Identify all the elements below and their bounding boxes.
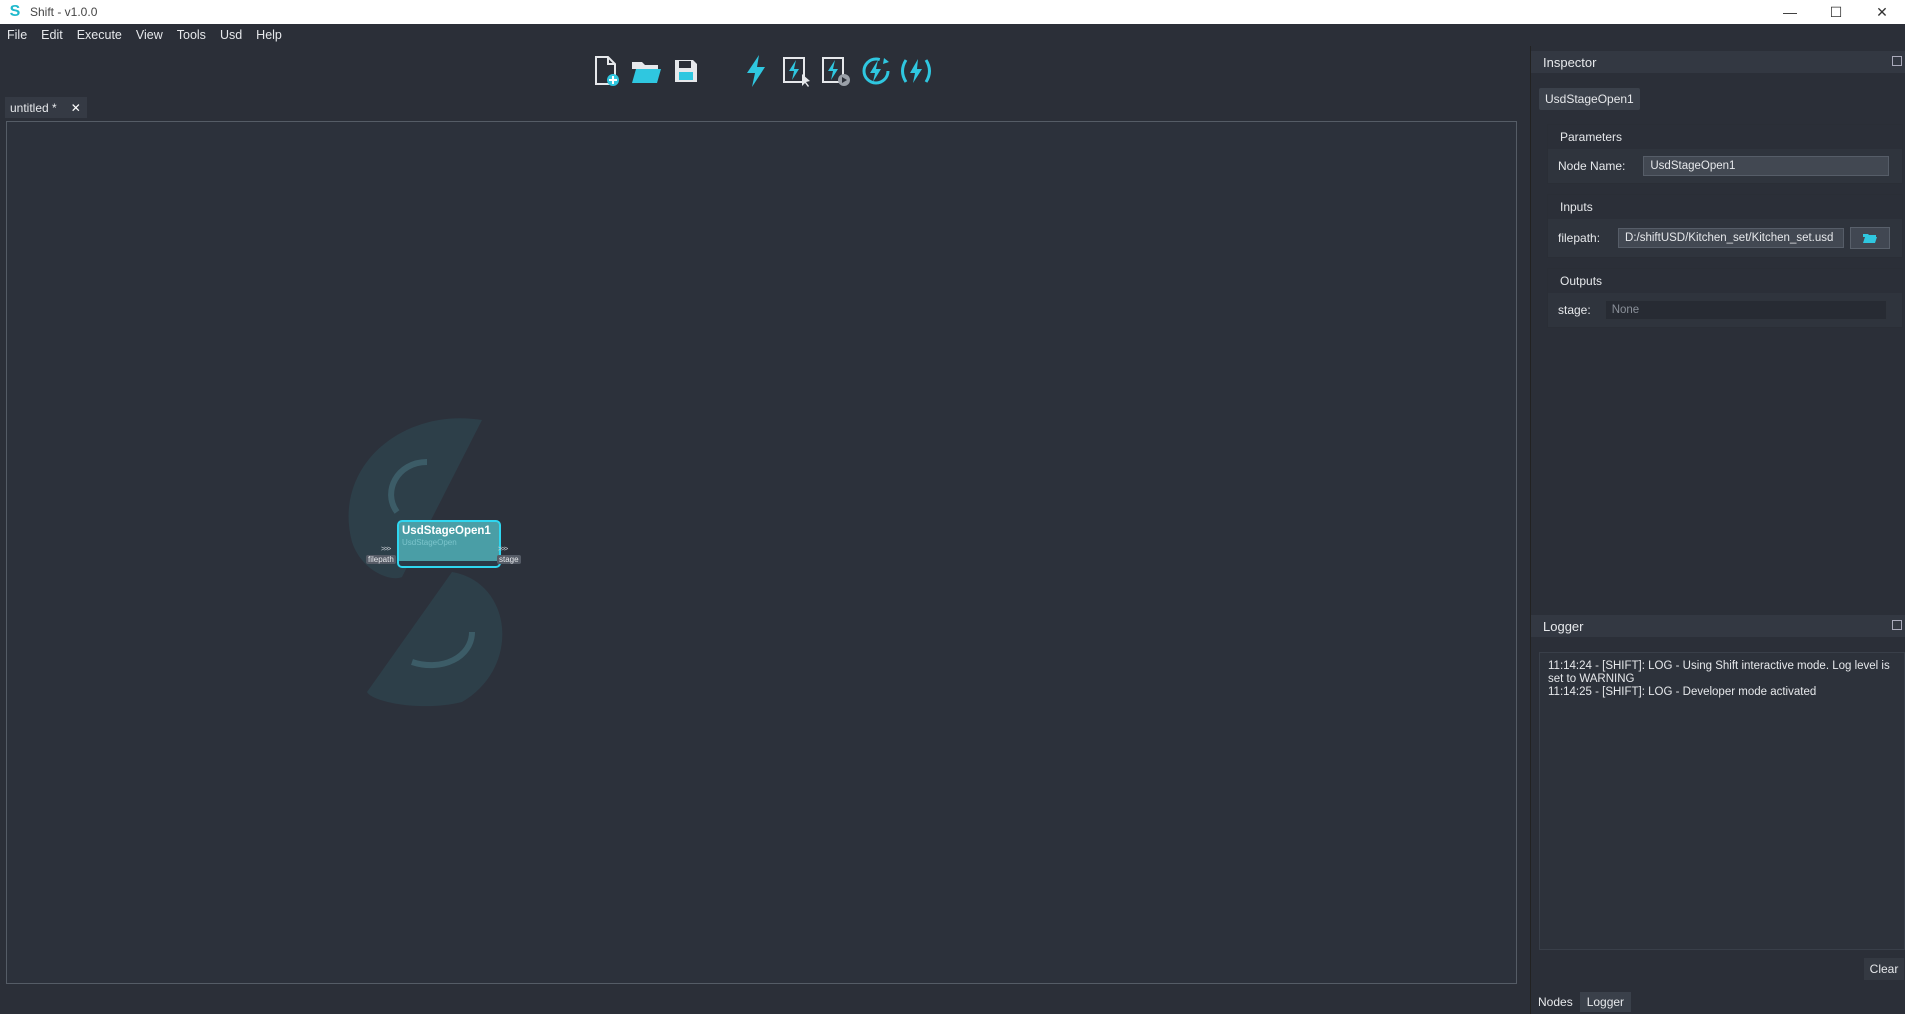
execute-stepped-icon — [822, 57, 850, 86]
parameters-header[interactable]: Parameters — [1548, 125, 1902, 149]
title-bar: S Shift - v1.0.0 — ☐ ✕ — [0, 0, 1905, 24]
tab-close-button[interactable]: ✕ — [71, 101, 81, 115]
log-output[interactable]: 11:14:24 - [SHIFT]: LOG - Using Shift in… — [1539, 652, 1905, 950]
inputs-group: Inputs filepath: D:/shiftUSD/Kitchen_set… — [1547, 194, 1903, 258]
menu-execute[interactable]: Execute — [70, 28, 129, 42]
tab-label: untitled * — [10, 100, 57, 115]
tab-logger[interactable]: Logger — [1579, 992, 1632, 1012]
save-icon — [675, 60, 697, 82]
menu-usd[interactable]: Usd — [213, 28, 249, 42]
logger-title: Logger — [1531, 615, 1905, 637]
stage-output-field: None — [1604, 300, 1887, 320]
filepath-label: filepath: — [1558, 231, 1601, 245]
execute-refresh-button[interactable] — [858, 53, 894, 89]
inspector-title-label: Inspector — [1543, 54, 1597, 70]
status-bar — [0, 1004, 1530, 1014]
logger-title-label: Logger — [1543, 618, 1584, 634]
new-file-icon — [595, 56, 619, 86]
window-title: Shift - v1.0.0 — [30, 5, 98, 19]
new-file-button[interactable] — [588, 53, 624, 89]
execute-icon — [747, 55, 765, 87]
open-file-button[interactable] — [628, 53, 664, 89]
open-folder-icon — [632, 62, 661, 83]
save-button[interactable] — [668, 53, 704, 89]
parameters-group: Parameters Node Name: UsdStageOpen1 — [1547, 124, 1903, 184]
close-window-button[interactable]: ✕ — [1859, 0, 1905, 24]
node-name-label: Node Name: — [1558, 159, 1626, 173]
execute-button[interactable] — [738, 53, 774, 89]
undock-icon[interactable] — [1892, 56, 1902, 66]
minimize-button[interactable]: — — [1767, 0, 1813, 24]
output-port-marker: >>> — [498, 546, 508, 553]
menu-tools[interactable]: Tools — [170, 28, 213, 42]
window-controls: — ☐ ✕ — [1767, 0, 1905, 24]
menu-edit[interactable]: Edit — [34, 28, 70, 42]
outputs-group: Outputs stage: None — [1547, 268, 1903, 328]
node-footer-bar — [399, 561, 499, 566]
tab-untitled[interactable]: untitled * ✕ — [5, 97, 87, 118]
maximize-button[interactable]: ☐ — [1813, 0, 1859, 24]
menu-file[interactable]: File — [0, 28, 34, 42]
node-name-input[interactable]: UsdStageOpen1 — [1643, 156, 1890, 176]
execute-broadcast-button[interactable] — [898, 53, 934, 89]
log-line: 11:14:25 - [SHIFT]: LOG - Developer mode… — [1548, 686, 1817, 698]
folder-icon — [1863, 234, 1878, 243]
filepath-input[interactable]: D:/shiftUSD/Kitchen_set/Kitchen_set.usd — [1618, 228, 1845, 248]
log-line: 11:14:24 - [SHIFT]: LOG - Using Shift in… — [1548, 660, 1890, 685]
stage-label: stage: — [1558, 303, 1591, 317]
execute-selected-icon — [783, 57, 810, 87]
tab-nodes[interactable]: Nodes — [1531, 992, 1580, 1012]
menu-view[interactable]: View — [129, 28, 170, 42]
output-port-stage[interactable]: stage — [497, 555, 521, 564]
graph-node-usdstageopen1[interactable]: UsdStageOpen1 UsdStageOpen — [397, 520, 501, 568]
execute-selected-button[interactable] — [778, 53, 814, 89]
execute-refresh-icon — [862, 57, 890, 85]
selected-node-chip[interactable]: UsdStageOpen1 — [1539, 88, 1640, 110]
bottom-tab-bar: Nodes Logger — [1531, 990, 1905, 1014]
menu-bar: File Edit Execute View Tools Usd Help — [0, 24, 1525, 46]
menu-help[interactable]: Help — [249, 28, 289, 42]
outputs-header[interactable]: Outputs — [1548, 269, 1902, 293]
clear-log-button[interactable]: Clear — [1864, 958, 1904, 980]
inputs-header[interactable]: Inputs — [1548, 195, 1902, 219]
node-type-label: UsdStageOpen — [402, 538, 457, 547]
node-title: UsdStageOpen1 — [402, 525, 491, 537]
undock-logger-icon[interactable] — [1892, 620, 1902, 630]
execute-stepped-button[interactable] — [818, 53, 854, 89]
inspector-title: Inspector — [1531, 51, 1905, 73]
input-port-marker: >>> — [381, 546, 391, 553]
input-port-filepath[interactable]: filepath — [366, 555, 396, 564]
browse-filepath-button[interactable] — [1850, 227, 1891, 249]
app-logo-icon: S — [9, 3, 21, 20]
node-graph-view[interactable]: UsdStageOpen1 UsdStageOpen >>> filepath … — [6, 121, 1517, 984]
main-toolbar — [588, 52, 938, 90]
execute-broadcast-icon — [901, 59, 931, 83]
right-dock: Inspector UsdStageOpen1 Parameters Node … — [1530, 46, 1905, 1014]
